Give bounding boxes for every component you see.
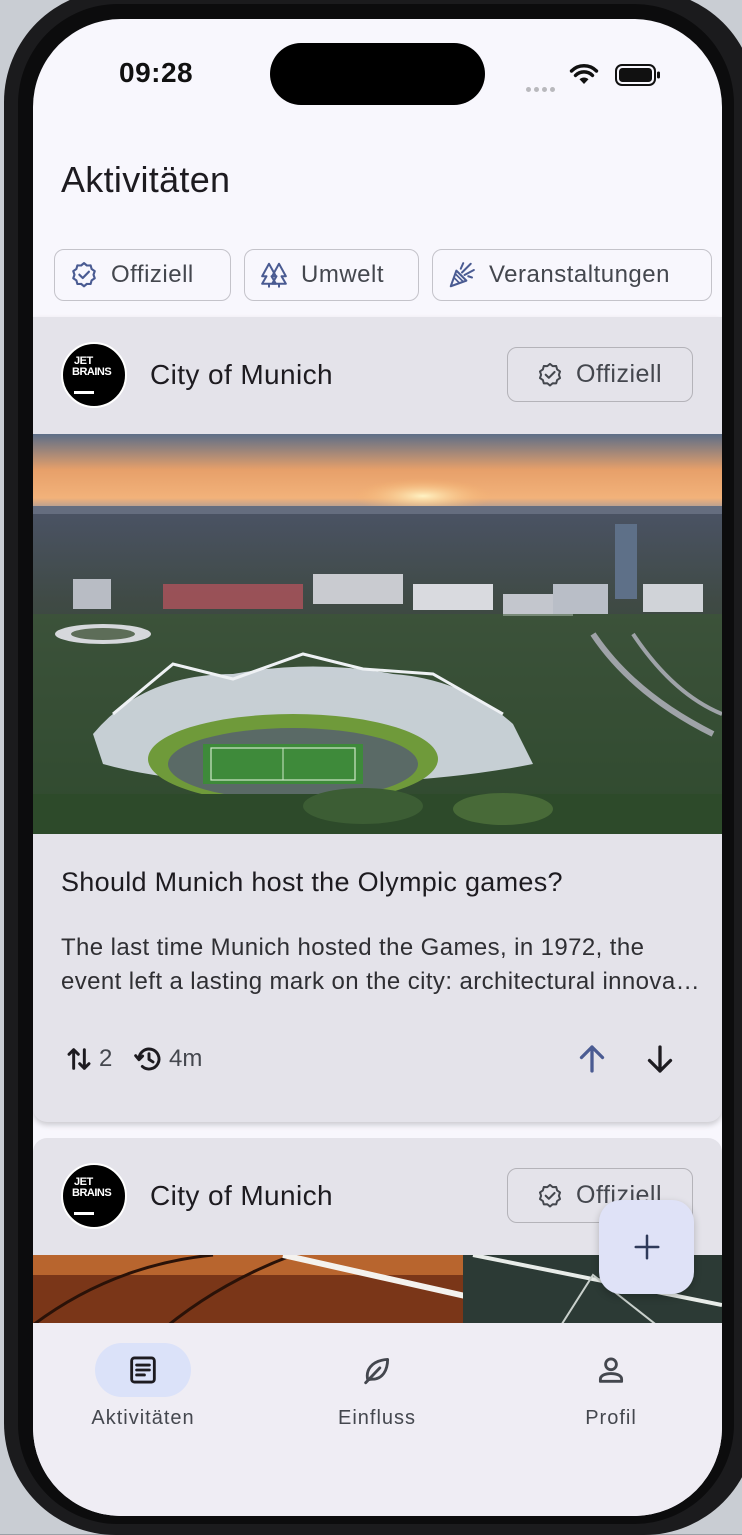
cellular-signal-icon — [526, 79, 562, 92]
post-body: The last time Munich hosted the Games, i… — [61, 931, 701, 999]
post-age-value: 4m — [169, 1045, 203, 1072]
nav-pill — [563, 1343, 659, 1397]
avatar-logo: JET BRAINS — [72, 1176, 112, 1199]
history-icon — [134, 1047, 161, 1071]
post-card[interactable]: JET BRAINS City of Munich Offiziell — [33, 317, 722, 1122]
nav-pill — [329, 1343, 425, 1397]
bottom-navigation: Aktivitäten Einfluss Profil — [33, 1323, 722, 1516]
filter-chip-label: Umwelt — [301, 261, 385, 288]
nav-active-indicator — [95, 1343, 191, 1397]
post-title[interactable]: Should Munich host the Olympic games? — [61, 867, 563, 898]
wifi-icon — [569, 64, 599, 84]
filter-chip-offiziell[interactable]: Offiziell — [54, 249, 231, 301]
page-title: Aktivitäten — [61, 159, 231, 200]
downvote-arrow-icon[interactable] — [642, 1041, 678, 1077]
party-popper-icon — [449, 262, 475, 288]
verified-badge-icon — [72, 262, 96, 288]
filter-chip-veranstaltungen[interactable]: Veranstaltungen — [432, 249, 712, 301]
verified-badge-icon — [538, 1183, 562, 1207]
avatar-logo-bar — [74, 391, 94, 394]
swap-vert-icon — [67, 1048, 91, 1070]
verified-badge-icon — [538, 362, 562, 386]
filter-chip-umwelt[interactable]: Umwelt — [244, 249, 419, 301]
battery-icon — [615, 64, 660, 86]
avatar[interactable]: JET BRAINS — [61, 342, 127, 408]
person-icon — [598, 1357, 624, 1383]
nav-label: Aktivitäten — [91, 1407, 195, 1429]
filter-chips: Offiziell Umwelt Veranstaltungen — [54, 249, 722, 303]
upvote-arrow-icon[interactable] — [574, 1041, 610, 1077]
nav-item-aktivitaeten[interactable]: Aktivitäten — [53, 1343, 233, 1430]
nav-label: Einfluss — [337, 1407, 417, 1429]
avatar-logo-bar — [74, 1212, 94, 1215]
nav-item-profil[interactable]: Profil — [521, 1343, 701, 1430]
nav-item-einfluss[interactable]: Einfluss — [287, 1343, 467, 1430]
filter-chip-label: Offiziell — [111, 261, 194, 288]
post-image[interactable] — [33, 434, 722, 834]
nav-label: Profil — [585, 1407, 637, 1429]
leaf-icon — [364, 1357, 390, 1385]
post-author[interactable]: City of Munich — [150, 1180, 333, 1212]
app-screen: 09:28 Aktivitäten Offiziell Umwelt Veran… — [33, 19, 722, 1516]
post-body-line: event left a lasting mark on the city: a… — [61, 968, 701, 995]
post-body-line: The last time Munich hosted the Games, i… — [61, 934, 645, 961]
avatar-logo: JET BRAINS — [72, 355, 112, 378]
avatar[interactable]: JET BRAINS — [61, 1163, 127, 1229]
trees-icon — [261, 262, 287, 288]
official-badge-label: Offiziell — [576, 360, 663, 388]
create-post-button[interactable] — [599, 1200, 694, 1294]
article-icon — [130, 1356, 156, 1384]
vote-count-value: 2 — [99, 1045, 113, 1072]
dynamic-island — [270, 43, 485, 105]
status-time: 09:28 — [119, 57, 194, 88]
post-author[interactable]: City of Munich — [150, 359, 333, 391]
filter-chip-label: Veranstaltungen — [489, 261, 670, 288]
vote-count: 2 — [63, 1039, 112, 1079]
official-badge: Offiziell — [507, 347, 693, 402]
plus-icon — [634, 1234, 659, 1260]
post-age: 4m — [133, 1039, 202, 1079]
